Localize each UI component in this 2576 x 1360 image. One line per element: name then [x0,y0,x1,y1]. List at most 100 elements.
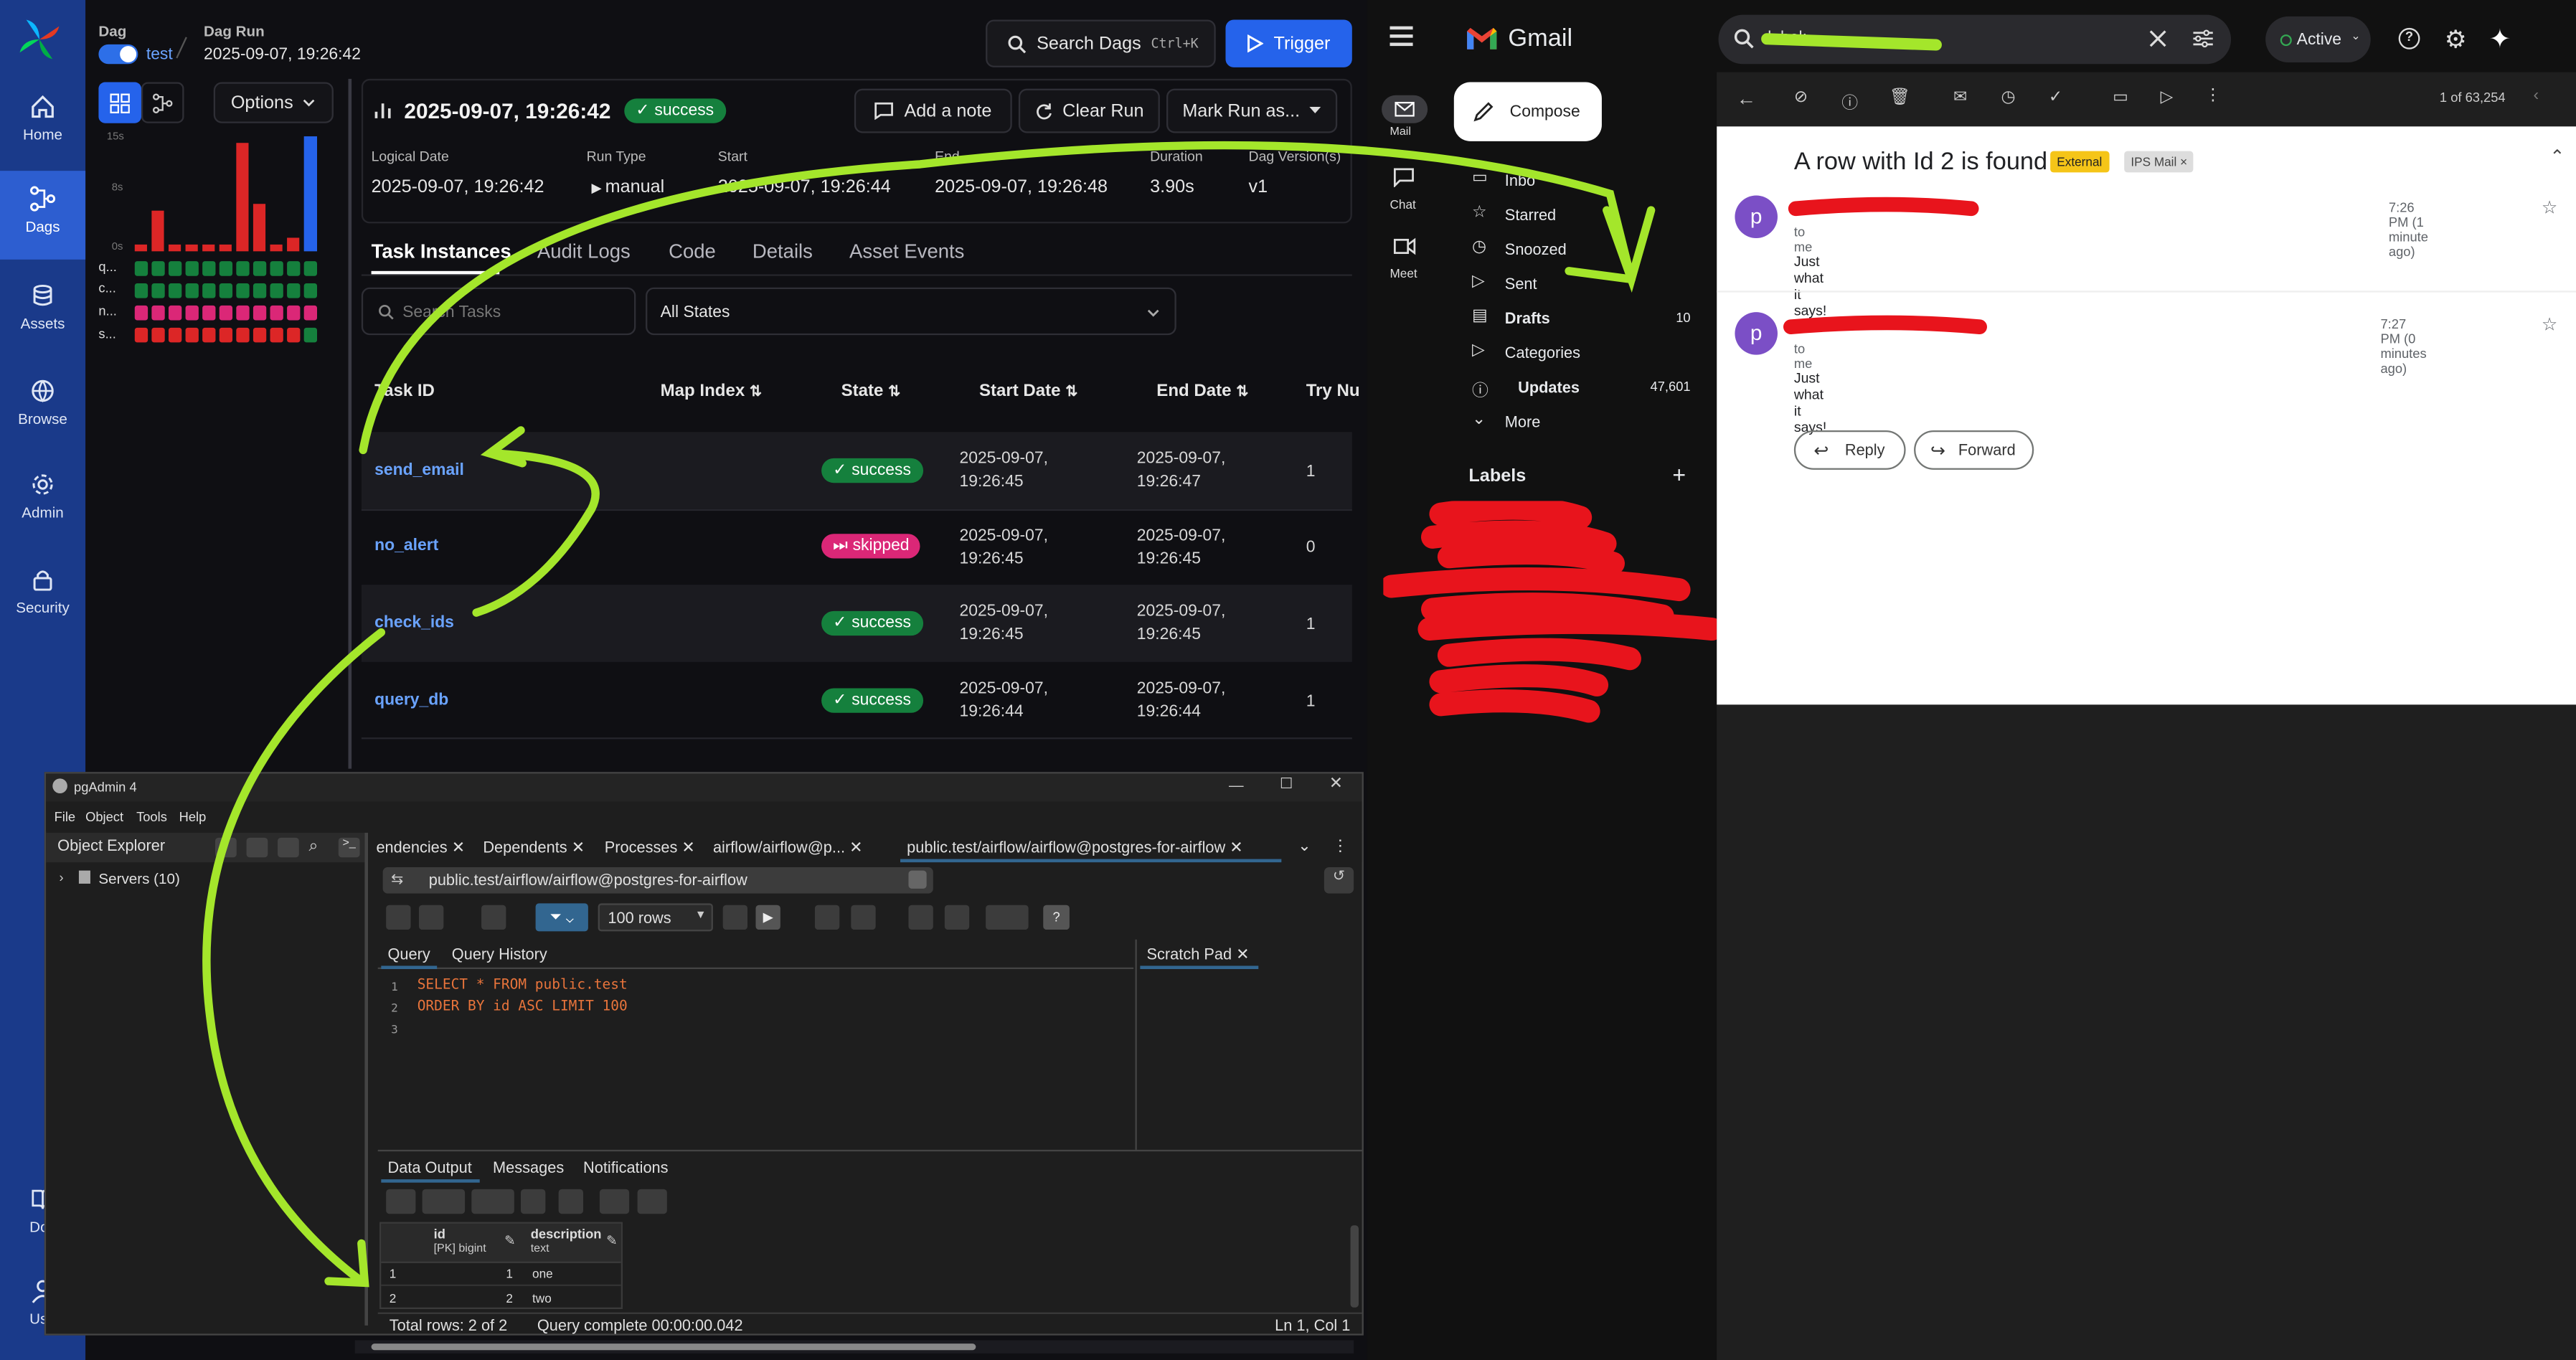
sql-editor[interactable]: 123 SELECT * FROM public.test ORDER BY id… [378,971,1133,1148]
grid-scrollbar[interactable] [1350,1225,1359,1308]
horizontal-scrollbar[interactable] [354,1340,1354,1354]
star-icon[interactable]: ☆ [2542,197,2558,218]
tree-expand-icon[interactable]: › [59,871,63,886]
col-end-date[interactable]: End Date ⇅ [1156,381,1248,400]
task-status-failed[interactable] [287,327,301,343]
folder-item[interactable]: ☆ Starred [1456,200,1702,230]
task-status-skipped[interactable] [202,305,216,321]
tab-notifications[interactable]: Notifications [583,1160,669,1178]
col-try-number[interactable]: Try Nu [1306,381,1360,400]
properties-icon[interactable] [215,837,237,858]
col-state[interactable]: State ⇅ [841,381,901,400]
breadcrumb-dag-name[interactable]: test [146,46,173,64]
save-data-icon[interactable] [558,1189,584,1214]
options-button[interactable]: Options [213,82,334,123]
tab-processes[interactable]: Processes ✕ [605,839,695,857]
cell-id[interactable]: 1 [506,1266,513,1281]
task-status-failed[interactable] [134,327,148,343]
col-description[interactable]: description [531,1227,602,1242]
task-status-failed[interactable] [202,327,216,343]
tab-data-output[interactable]: Data Output [387,1160,471,1178]
search-options-icon[interactable] [2193,29,2213,48]
mark-run-button[interactable]: Mark Run as... [1166,88,1338,133]
task-id-link[interactable]: query_db [374,691,448,709]
table-row[interactable]: 1 1 one [381,1263,621,1286]
copy-icon[interactable] [422,1189,466,1214]
nav-security[interactable]: Security [0,567,85,616]
execute-icon[interactable]: ▶ [755,905,780,930]
reset-layout-icon[interactable]: ↺ [1324,867,1354,894]
task-status-skipped[interactable] [168,305,182,321]
task-status-success[interactable] [303,283,318,298]
task-status-skipped[interactable] [134,305,148,321]
paste-icon[interactable] [471,1189,514,1214]
filter-button[interactable]: ⏷ ⌄ [535,903,588,932]
tab-dependents[interactable]: Dependents ✕ [483,839,585,857]
nav-browse[interactable]: Browse [0,378,85,427]
folder-item[interactable]: ⓘ Updates 47,601 [1456,373,1702,402]
add-note-button[interactable]: Add a note [854,88,1012,133]
back-arrow-icon[interactable]: ← [1737,87,1756,110]
task-status-skipped[interactable] [151,305,165,321]
stop-icon[interactable] [722,905,748,930]
move-to-icon[interactable]: ▭ [2113,89,2128,107]
close-icon[interactable]: ✕ [1329,775,1343,793]
cell-description[interactable]: two [532,1291,552,1306]
graph-view-button[interactable] [141,82,184,123]
cell-id[interactable]: 2 [506,1291,513,1306]
task-status-success[interactable] [185,261,199,276]
forward-button[interactable]: ↪ Forward [1914,430,2034,470]
rail-mail[interactable] [1382,95,1428,123]
col-id[interactable]: id [434,1227,445,1242]
collapse-icon[interactable]: ⌃ [2549,146,2565,167]
task-id-link[interactable]: no_alert [374,537,438,555]
menu-file[interactable]: File [55,810,76,825]
menu-object[interactable]: Object [85,810,123,825]
snooze-icon[interactable]: ◷ [2001,89,2015,107]
edit-column-icon[interactable]: ✎ [606,1234,617,1249]
editor-divider[interactable] [377,1149,1362,1152]
selected-run-bar[interactable] [303,136,318,252]
delete-row-icon[interactable] [520,1189,546,1214]
duration-bar[interactable] [253,204,266,252]
nav-dags[interactable]: Dags [0,171,86,260]
state-select[interactable]: All States [646,287,1176,336]
report-spam-icon[interactable]: ⓘ [1841,89,1858,113]
task-status-skipped[interactable] [236,305,250,321]
tab-asset-events[interactable]: Asset Events [849,240,964,263]
label-icon[interactable]: ▷ [2161,89,2174,107]
more-vert-icon[interactable]: ⋮ [1332,838,1348,856]
add-row-icon[interactable] [386,1189,416,1214]
explain-icon[interactable] [814,905,840,930]
tab-task-instances[interactable]: Task Instances [372,240,511,263]
task-status-success[interactable] [134,283,148,298]
task-status-success[interactable] [287,261,301,276]
search-dags-button[interactable]: Search Dags Ctrl+K [986,19,1216,67]
search-tasks-input[interactable]: Search Tasks [361,287,636,336]
task-status-skipped[interactable] [185,305,199,321]
clear-run-button[interactable]: Clear Run [1018,88,1160,133]
task-status-skipped[interactable] [253,305,267,321]
archive-icon[interactable]: ⊘ [1794,89,1808,107]
avatar[interactable]: p [1735,312,1778,355]
chat-icon[interactable] [1393,168,1415,188]
task-status-success[interactable] [253,283,267,298]
search-objects-icon[interactable]: ⌕ [309,838,319,856]
duration-bar[interactable] [185,244,198,252]
task-status-success[interactable] [270,283,283,298]
rows-limit-select[interactable]: 100 rows ▼ [598,903,713,932]
tab-messages[interactable]: Messages [493,1160,564,1178]
task-status-success[interactable] [151,261,165,276]
task-id-link[interactable]: check_ids [374,614,454,632]
task-status-success[interactable] [219,283,233,298]
tab-query-tool[interactable]: public.test/airflow/airflow@postgres-for… [907,839,1242,857]
tab-airflow-db[interactable]: airflow/airflow@p... ✕ [713,839,862,857]
scratch-pad-tab[interactable]: Scratch Pad ✕ [1147,946,1250,964]
folder-item[interactable]: ▭ Inbo [1456,166,1702,195]
task-status-success[interactable] [287,283,301,298]
psql-tool-icon[interactable]: >_ [338,837,360,858]
label-tag[interactable]: IPS Mail × [2124,151,2194,173]
airflow-logo-icon[interactable] [16,16,62,62]
task-status-failed[interactable] [236,327,250,343]
col-map-index[interactable]: Map Index ⇅ [661,381,763,400]
